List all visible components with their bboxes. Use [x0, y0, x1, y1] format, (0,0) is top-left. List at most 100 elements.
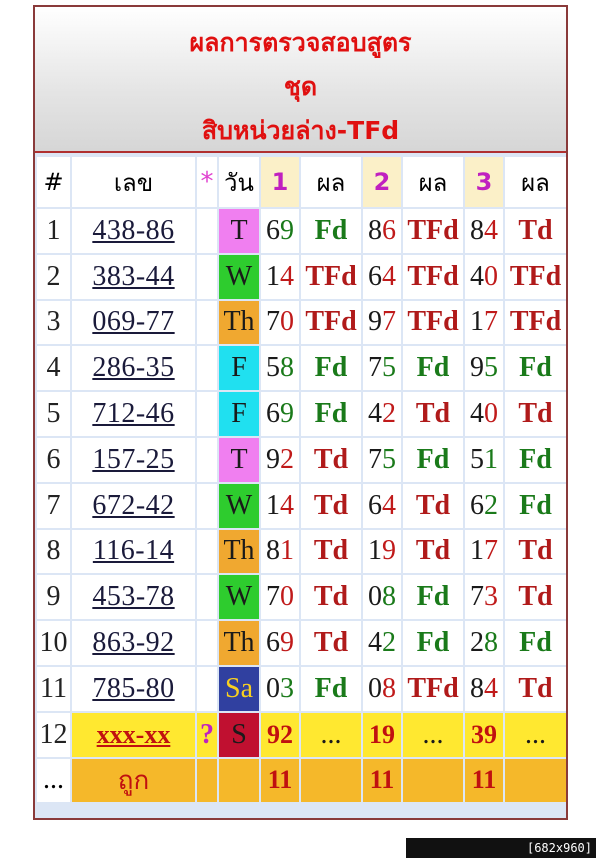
header-star: * [197, 157, 217, 209]
star-cell [197, 254, 217, 301]
digit: 8 [280, 352, 294, 384]
set-3-result: Fd [505, 483, 566, 530]
day-badge: Th [219, 621, 259, 667]
star-cell [197, 300, 217, 347]
digit: 6 [266, 214, 280, 246]
digit: 8 [470, 214, 484, 246]
set-1-result: TFd [301, 300, 361, 347]
digit: 1 [266, 260, 280, 292]
digit: 7 [368, 443, 382, 475]
star-cell [197, 209, 217, 255]
title-line-1: ผลการตรวจสอบสูตร [189, 28, 412, 57]
summary-empty [197, 758, 217, 805]
results-panel: ผลการตรวจสอบสูตร ชุด สิบหน่วยล่าง-TFd # … [33, 5, 568, 820]
set-3-digits: 28 [465, 621, 503, 667]
set-1-digits: 14 [261, 254, 299, 301]
title-line-3: สิบหน่วยล่าง-TFd [201, 116, 400, 145]
digit: 8 [368, 214, 382, 246]
row-index: 12 [37, 712, 70, 759]
day-badge: F [219, 392, 259, 438]
digit: 5 [382, 443, 396, 475]
digit: 4 [484, 672, 498, 704]
table-row: 11 785-80 Sa 03 Fd 08 TFd 84 Td [37, 666, 566, 713]
set-3-result: TFd [505, 300, 566, 347]
set-1-result: Fd [301, 392, 361, 438]
row-index: 8 [37, 529, 70, 576]
digit: 4 [280, 260, 294, 292]
set-3-digits: 73 [465, 575, 503, 622]
set-3-result: Td [505, 666, 566, 713]
set-1-digits: 81 [261, 529, 299, 576]
summary-empty [505, 758, 566, 805]
results-table: # เลข * วัน 1 ผล 2 ผล 3 ผล 1 438-86 T 69 Fd 8… [35, 157, 568, 805]
table-row: 9 453-78 W 70 Td 08 Fd 73 Td [37, 575, 566, 622]
set-2-result: TFd [403, 666, 463, 713]
digit: 2 [382, 627, 396, 659]
header-index: # [37, 157, 70, 209]
set-1-result: Td [301, 437, 361, 484]
row-index: 10 [37, 621, 70, 667]
set-3-digits: 84 [465, 209, 503, 255]
header-set-1: 1 [261, 157, 299, 209]
set-2-digits: 64 [363, 483, 401, 530]
set-2-digits: 97 [363, 300, 401, 347]
digit: 1 [484, 443, 498, 475]
set-3-digits: 95 [465, 346, 503, 393]
row-index: 11 [37, 666, 70, 713]
set-2-digits: 08 [363, 575, 401, 622]
table-header-row: # เลข * วัน 1 ผล 2 ผล 3 ผล [37, 157, 566, 209]
table-row: 6 157-25 T 92 Td 75 Fd 51 Fd [37, 437, 566, 484]
set-2-digits: 86 [363, 209, 401, 255]
row-index: 7 [37, 483, 70, 530]
set-3-result: Td [505, 209, 566, 255]
row-number-cell: 785-80 [72, 666, 195, 713]
row-number-cell: 286-35 [72, 346, 195, 393]
digit: 1 [280, 535, 294, 567]
row-number-cell: 438-86 [72, 209, 195, 255]
header-result-3: ผล [505, 157, 566, 209]
day-badge: Th [219, 529, 259, 576]
header-result-2: ผล [403, 157, 463, 209]
set-3-digits: 62 [465, 483, 503, 530]
row-number-cell: 383-44 [72, 254, 195, 301]
set-2-digits: 64 [363, 254, 401, 301]
table-row: 10 863-92 Th 69 Td 42 Fd 28 Fd [37, 621, 566, 667]
row-number: 672-42 [92, 489, 175, 521]
star-cell [197, 621, 217, 667]
set-3-digits: 17 [465, 529, 503, 576]
row-number: 069-77 [92, 306, 175, 338]
row-number: 785-80 [92, 672, 175, 704]
set-2-digits: 19 [363, 529, 401, 576]
set-2-digits: 08 [363, 666, 401, 713]
set-3-digits: 40 [465, 392, 503, 438]
row-number: 157-25 [92, 443, 175, 475]
digit: 4 [470, 398, 484, 430]
digit: 9 [280, 214, 294, 246]
digit: 9 [470, 352, 484, 384]
digit: 8 [382, 581, 396, 613]
set-1-digits: 92 [261, 437, 299, 484]
set-2-digits: 75 [363, 346, 401, 393]
set-2-digits: 75 [363, 437, 401, 484]
row-index: 5 [37, 392, 70, 438]
digit: 9 [368, 306, 382, 338]
digit: 7 [470, 581, 484, 613]
set-2-digits: 19 [363, 712, 401, 759]
row-number-cell: 116-14 [72, 529, 195, 576]
set-1-result: TFd [301, 254, 361, 301]
digit: 8 [470, 672, 484, 704]
summary-row: ... ถูก 11 11 11 [37, 758, 566, 805]
row-number-cell: 863-92 [72, 621, 195, 667]
star-cell [197, 392, 217, 438]
digit: 1 [368, 535, 382, 567]
row-number-cell: 712-46 [72, 392, 195, 438]
digit: 6 [470, 489, 484, 521]
set-1-result: Fd [301, 209, 361, 255]
set-2-result: TFd [403, 254, 463, 301]
summary-count-3: 11 [465, 758, 503, 805]
set-3-result: Td [505, 392, 566, 438]
set-1-result: Fd [301, 346, 361, 393]
digit: 6 [368, 489, 382, 521]
set-3-digits: 17 [465, 300, 503, 347]
digit: 7 [382, 306, 396, 338]
